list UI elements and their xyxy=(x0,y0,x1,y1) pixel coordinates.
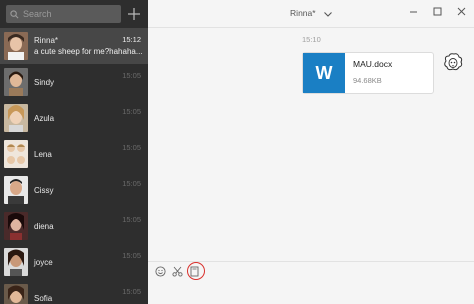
conversation-time: 15:05 xyxy=(122,143,141,152)
message-timestamp: 15:10 xyxy=(302,35,321,44)
header-divider xyxy=(148,27,474,28)
file-name: MAU.docx xyxy=(353,59,393,69)
search-input[interactable] xyxy=(23,9,113,19)
avatar xyxy=(4,140,28,168)
add-chat-button[interactable] xyxy=(127,6,143,22)
conversation-time: 15:05 xyxy=(122,215,141,224)
avatar xyxy=(4,68,28,96)
file-size: 94.68KB xyxy=(353,76,382,85)
window-controls xyxy=(408,6,466,16)
emoji-icon[interactable] xyxy=(154,265,167,278)
sheep-avatar-icon[interactable] xyxy=(442,52,464,74)
file-icon[interactable] xyxy=(188,265,201,278)
conversation-item[interactable]: diena 15:05 xyxy=(0,208,148,244)
conversation-time: 15:05 xyxy=(122,71,141,80)
input-toolbar xyxy=(154,262,205,280)
scissors-icon[interactable] xyxy=(171,265,184,278)
conversation-time: 15:05 xyxy=(122,107,141,116)
search-box[interactable] xyxy=(6,5,121,23)
plus-icon xyxy=(128,8,141,20)
conversation-item[interactable]: Azula 15:05 xyxy=(0,100,148,136)
conversation-item[interactable]: Cissy 15:05 xyxy=(0,172,148,208)
conversation-time: 15:05 xyxy=(122,179,141,188)
avatar xyxy=(4,248,28,276)
minimize-icon[interactable] xyxy=(408,6,418,16)
conversation-item[interactable]: Rinna* a cute sheep for me?hahaha... 15:… xyxy=(0,28,148,64)
conversation-item[interactable]: Sindy 15:05 xyxy=(0,64,148,100)
conversation-time: 15:12 xyxy=(122,35,141,44)
avatar xyxy=(4,104,28,132)
toolbar-divider xyxy=(148,261,474,262)
conversation-item[interactable]: Lena 15:05 xyxy=(0,136,148,172)
chat-title: Rinna* xyxy=(290,8,316,18)
conversation-item[interactable]: Sofia 15:05 xyxy=(0,280,148,304)
maximize-icon[interactable] xyxy=(432,6,442,16)
avatar xyxy=(4,212,28,240)
conversation-preview: a cute sheep for me?hahaha... xyxy=(34,47,142,56)
sidebar: Rinna* a cute sheep for me?hahaha... 15:… xyxy=(0,0,148,304)
search-icon xyxy=(10,9,19,18)
close-icon[interactable] xyxy=(456,6,466,16)
avatar xyxy=(4,284,28,304)
conversation-time: 15:05 xyxy=(122,251,141,260)
file-message[interactable]: W MAU.docx 94.68KB xyxy=(302,52,434,94)
conversation-item[interactable]: joyce 15:05 xyxy=(0,244,148,280)
avatar xyxy=(4,176,28,204)
conversation-time: 15:05 xyxy=(122,287,141,296)
word-file-icon: W xyxy=(303,53,345,93)
chat-panel: Rinna* 15:10 W MAU.docx 94.68KB xyxy=(148,0,474,304)
avatar xyxy=(4,32,28,60)
chat-app: Rinna* a cute sheep for me?hahaha... 15:… xyxy=(0,0,474,304)
chevron-down-icon xyxy=(324,9,332,19)
search-bar xyxy=(0,0,148,28)
